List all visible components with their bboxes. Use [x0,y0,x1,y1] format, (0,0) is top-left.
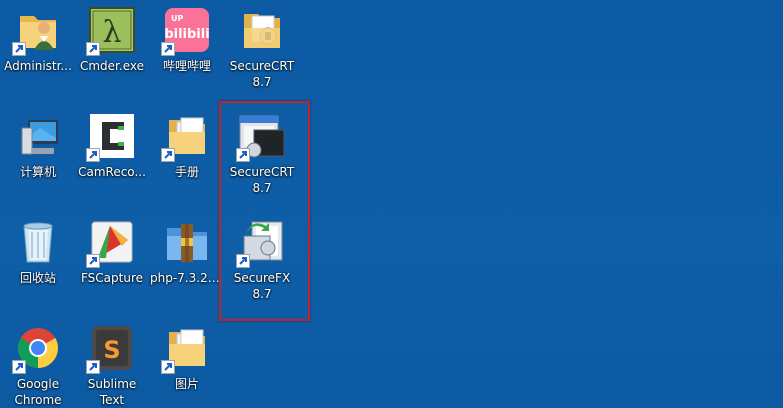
shortcut-arrow-icon [86,254,100,268]
desktop-icon-label: php-7.3.25... [150,271,225,285]
user-folder-icon [12,6,62,56]
desktop-icon-label: SecureCRT 8.7 [229,59,295,89]
shortcut-arrow-icon [12,360,26,374]
svg-text:bilibili: bilibili [164,27,209,42]
folder-icon [161,324,211,374]
shortcut-arrow-icon [12,42,26,56]
desktop-icon-php[interactable]: php-7.3.25... [149,212,225,286]
desktop-icon-label: CamReco... [78,165,146,179]
sublime-icon: S [86,324,136,374]
chrome-icon [12,324,62,374]
lambda-icon: λ [86,6,136,56]
desktop-icon-administrator[interactable]: Administr... [0,0,76,74]
camtasia-icon [86,112,136,162]
desktop-icon-label: 手册 [174,165,199,179]
desktop-icon-label: 哔哩哔哩 [162,59,211,73]
desktop-icon-chrome[interactable]: Google Chrome [0,318,76,408]
desktop-icon-label: FSCapture [80,271,144,285]
folder-icon [161,112,211,162]
desktop[interactable]: Administr... 计算机 回收站 Google Chrome λ Cmd… [0,0,783,408]
desktop-icon-bilibili[interactable]: UP bilibili 哔哩哔哩 [149,0,225,74]
desktop-icon-pictures[interactable]: 图片 [149,318,225,392]
recycle-bin-icon [14,218,62,266]
desktop-icon-cmder[interactable]: λ Cmder.exe [74,0,150,74]
highlight-annotation-box [219,101,310,321]
desktop-icon-label: Administr... [4,59,72,73]
desktop-icon-recycle-bin[interactable]: 回收站 [0,212,76,286]
shortcut-arrow-icon [161,360,175,374]
folder-icon [238,6,286,54]
winrar-icon [163,218,211,266]
desktop-icon-manual[interactable]: 手册 [149,106,225,180]
desktop-icon-computer[interactable]: 计算机 [0,106,76,180]
bilibili-icon: UP bilibili [161,6,211,56]
desktop-icon-securecrt-folder[interactable]: SecureCRT 8.7 [224,0,300,90]
desktop-icon-label: Cmder.exe [79,59,144,73]
fscapture-icon [86,218,136,268]
shortcut-arrow-icon [161,42,175,56]
shortcut-arrow-icon [86,360,100,374]
svg-text:S: S [103,336,120,364]
shortcut-arrow-icon [86,148,100,162]
shortcut-arrow-icon [161,148,175,162]
desktop-icon-sublime[interactable]: S Sublime Text [74,318,150,408]
desktop-icon-fscapture[interactable]: FSCapture [74,212,150,286]
computer-icon [14,112,62,160]
svg-text:UP: UP [171,14,183,23]
desktop-icon-label: Sublime Text [87,377,137,407]
desktop-icon-label: 计算机 [19,165,56,179]
desktop-icon-label: 图片 [174,377,199,391]
desktop-icon-camrecorder[interactable]: CamReco... [74,106,150,180]
desktop-icon-label: Google Chrome [14,377,62,407]
svg-text:λ: λ [102,15,121,50]
shortcut-arrow-icon [86,42,100,56]
desktop-icon-label: 回收站 [19,271,56,285]
